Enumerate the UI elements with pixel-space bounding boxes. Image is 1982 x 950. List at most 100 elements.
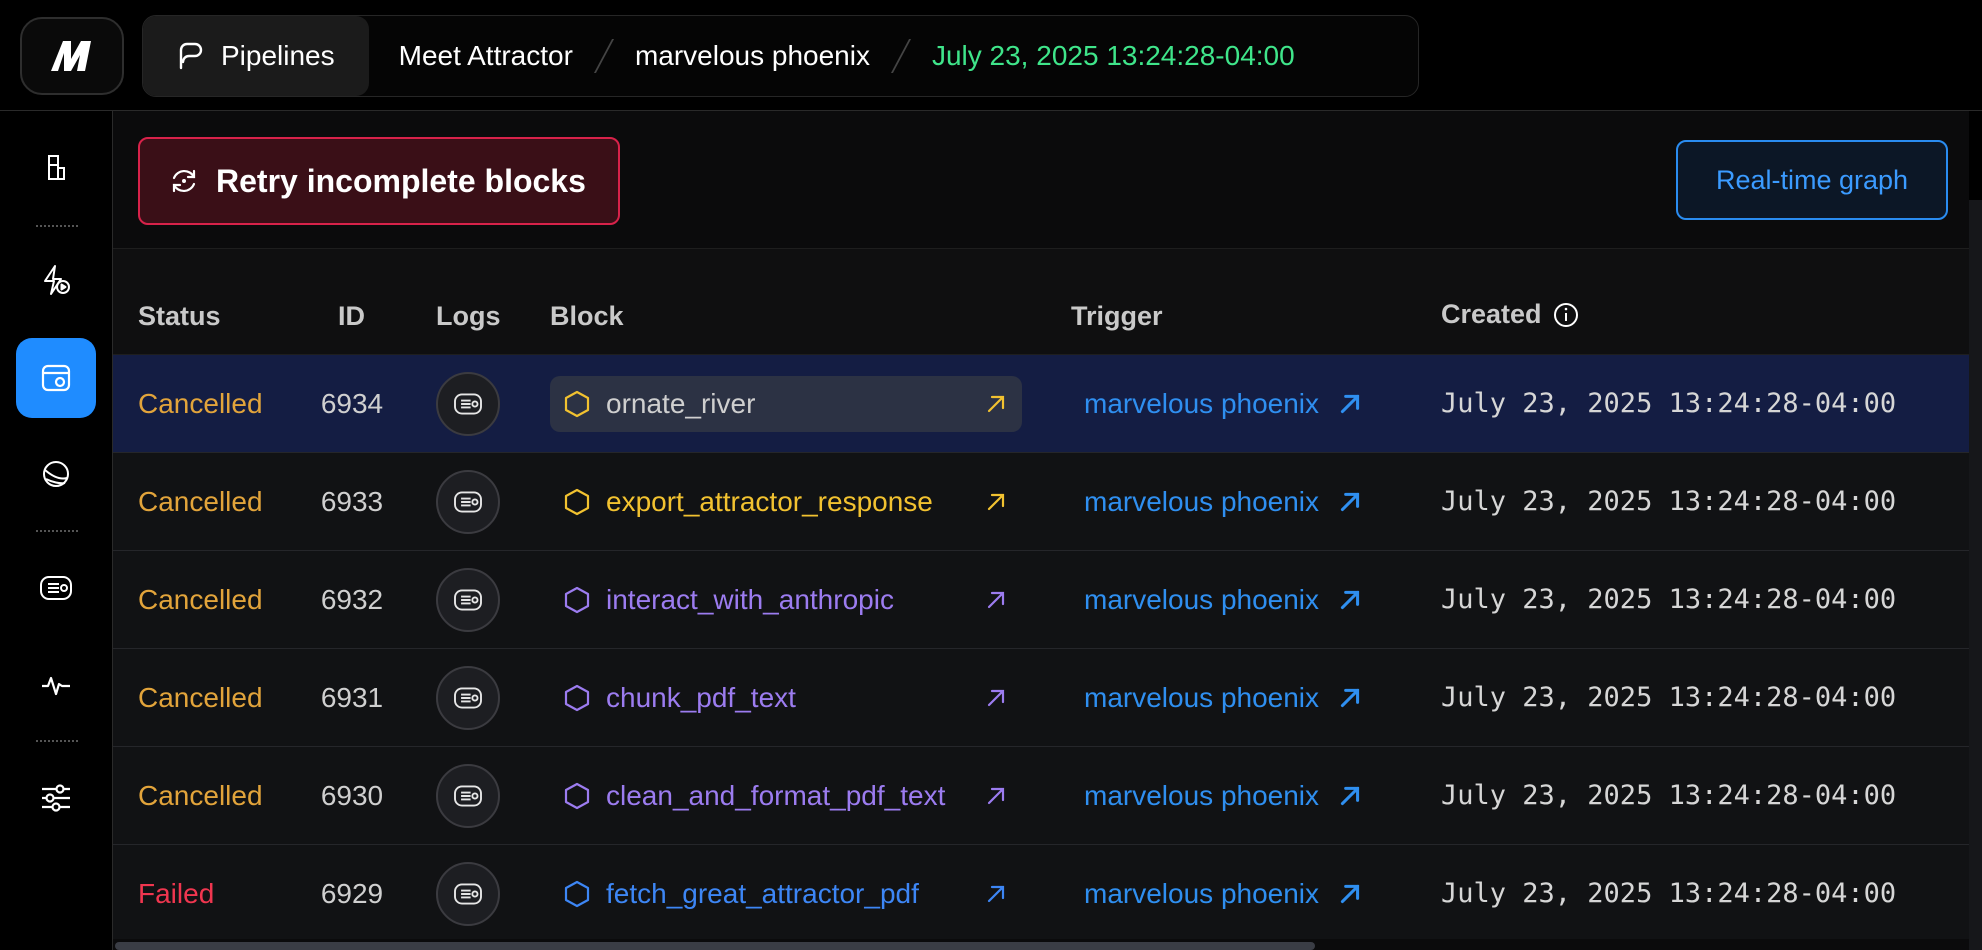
logs-icon	[454, 589, 482, 610]
view-logs-button[interactable]	[436, 861, 500, 926]
block-link[interactable]: clean_and_format_pdf_text	[550, 768, 1022, 824]
sidebar-divider	[36, 225, 78, 227]
breadcrumb: Pipelines Meet Attractor marvelous phoen…	[142, 15, 1419, 97]
breadcrumb-trigger-name[interactable]: marvelous phoenix	[605, 40, 900, 72]
open-trigger-arrow-icon	[1340, 590, 1360, 609]
block-cell: fetch_great_attractor_pdf	[550, 845, 1022, 942]
created-timestamp: July 23, 2025 13:24:28-04:00	[1441, 486, 1897, 517]
retry-icon	[172, 169, 196, 193]
block-runs-table: Status ID Logs Block Trigger Created Can…	[113, 249, 1969, 943]
sidebar-item-global[interactable]	[16, 434, 96, 514]
retry-incomplete-blocks-button[interactable]: Retry incomplete blocks	[138, 137, 620, 225]
view-logs-button[interactable]	[436, 567, 500, 632]
sidebar-item-runs[interactable]	[16, 338, 96, 418]
blocks-icon	[48, 155, 65, 180]
column-header-logs: Logs	[436, 301, 501, 331]
block-link[interactable]: export_attractor_response	[550, 474, 1022, 530]
sidebar-nav	[0, 111, 113, 950]
table-row[interactable]: Cancelled 6934 ornate_river marvelous phoen…	[113, 355, 1969, 453]
run-id: 6934	[320, 387, 384, 419]
column-header-created[interactable]: Created	[1441, 299, 1580, 330]
open-trigger-arrow-icon	[1340, 688, 1360, 707]
block-cell: interact_with_anthropic	[550, 551, 1022, 648]
logs-icon	[454, 883, 482, 904]
view-logs-button[interactable]	[436, 763, 500, 828]
sidebar-divider	[36, 740, 78, 742]
table-row[interactable]: Cancelled 6933 export_attractor_response ma…	[113, 453, 1969, 551]
trigger-link[interactable]: marvelous phoenix	[1084, 649, 1363, 746]
top-bar: Pipelines Meet Attractor marvelous phoen…	[0, 0, 1982, 111]
block-name: clean_and_format_pdf_text	[606, 779, 946, 811]
block-hexagon-icon	[564, 586, 590, 613]
vertical-scrollbar[interactable]	[1969, 200, 1982, 950]
breadcrumb-pipelines[interactable]: Pipelines	[143, 16, 369, 96]
open-block-arrow-icon	[987, 493, 1005, 510]
breadcrumb-run-timestamp[interactable]: July 23, 2025 13:24:28-04:00	[902, 40, 1325, 72]
column-header-id[interactable]: ID	[338, 301, 365, 332]
open-trigger-arrow-icon	[1340, 394, 1360, 413]
main-content: Retry incomplete blocks Real-time graph …	[113, 111, 1969, 950]
block-hexagon-icon	[564, 488, 590, 515]
globe-icon	[43, 461, 69, 487]
trigger-link[interactable]: marvelous phoenix	[1084, 355, 1363, 452]
sidebar-item-triggers[interactable]	[16, 240, 96, 320]
logs-cell	[436, 649, 500, 746]
table-row[interactable]: Cancelled 6930 clean_and_format_pdf_text ma…	[113, 747, 1969, 845]
status-text: Cancelled	[138, 583, 263, 615]
created-timestamp: July 23, 2025 13:24:28-04:00	[1441, 780, 1897, 811]
trigger-name: marvelous phoenix	[1084, 387, 1320, 419]
sidebar-item-settings[interactable]	[16, 758, 96, 838]
run-id: 6929	[320, 877, 384, 909]
trigger-name: marvelous phoenix	[1084, 779, 1320, 811]
sidebar-item-logs[interactable]	[16, 548, 96, 628]
horizontal-scrollbar-thumb[interactable]	[115, 942, 1315, 950]
trigger-name: marvelous phoenix	[1084, 681, 1320, 713]
created-timestamp: July 23, 2025 13:24:28-04:00	[1441, 878, 1897, 909]
status-text: Failed	[138, 877, 215, 909]
trigger-name: marvelous phoenix	[1084, 583, 1320, 615]
block-name: fetch_great_attractor_pdf	[606, 877, 919, 909]
column-header-status[interactable]: Status	[138, 301, 221, 332]
block-link[interactable]: fetch_great_attractor_pdf	[550, 866, 1022, 922]
view-logs-button[interactable]	[436, 371, 500, 436]
view-logs-button[interactable]	[436, 469, 500, 534]
logs-icon	[454, 687, 482, 708]
trigger-link[interactable]: marvelous phoenix	[1084, 845, 1363, 942]
info-icon[interactable]	[1552, 301, 1580, 329]
open-block-arrow-icon	[987, 689, 1005, 706]
table-row[interactable]: Cancelled 6932 interact_with_anthropic marv…	[113, 551, 1969, 649]
table-header: Status ID Logs Block Trigger Created	[113, 249, 1969, 355]
open-block-arrow-icon	[987, 787, 1005, 804]
table-row[interactable]: Failed 6929 fetch_great_attractor_pdf marve…	[113, 845, 1969, 943]
block-cell: export_attractor_response	[550, 453, 1022, 550]
block-cell: chunk_pdf_text	[550, 649, 1022, 746]
trigger-link[interactable]: marvelous phoenix	[1084, 453, 1363, 550]
column-header-trigger[interactable]: Trigger	[1071, 301, 1163, 332]
horizontal-scrollbar[interactable]	[113, 939, 1969, 950]
logs-icon	[40, 576, 72, 600]
block-hexagon-icon	[564, 782, 590, 809]
runs-icon	[41, 364, 71, 392]
open-trigger-arrow-icon	[1340, 884, 1360, 903]
sidebar-item-overview[interactable]	[16, 128, 96, 208]
block-link[interactable]: interact_with_anthropic	[550, 572, 1022, 628]
trigger-link[interactable]: marvelous phoenix	[1084, 551, 1363, 648]
open-block-arrow-icon	[987, 591, 1005, 608]
real-time-graph-button[interactable]: Real-time graph	[1676, 140, 1948, 220]
logs-cell	[436, 747, 500, 844]
lightning-play-icon	[44, 265, 70, 295]
sidebar-item-monitor[interactable]	[16, 645, 96, 725]
block-cell: ornate_river	[550, 355, 1022, 452]
app-logo[interactable]	[20, 17, 124, 95]
breadcrumb-pipeline-name[interactable]: Meet Attractor	[369, 40, 603, 72]
table-body: Cancelled 6934 ornate_river marvelous phoen…	[113, 355, 1969, 943]
block-hexagon-icon	[564, 880, 590, 907]
table-row[interactable]: Cancelled 6931 chunk_pdf_text marvelous pho…	[113, 649, 1969, 747]
view-logs-button[interactable]	[436, 665, 500, 730]
column-header-block[interactable]: Block	[550, 301, 624, 332]
logs-icon	[454, 491, 482, 512]
block-name: export_attractor_response	[606, 485, 933, 517]
block-link[interactable]: ornate_river	[550, 375, 1022, 432]
block-link[interactable]: chunk_pdf_text	[550, 670, 1022, 726]
trigger-link[interactable]: marvelous phoenix	[1084, 747, 1363, 844]
